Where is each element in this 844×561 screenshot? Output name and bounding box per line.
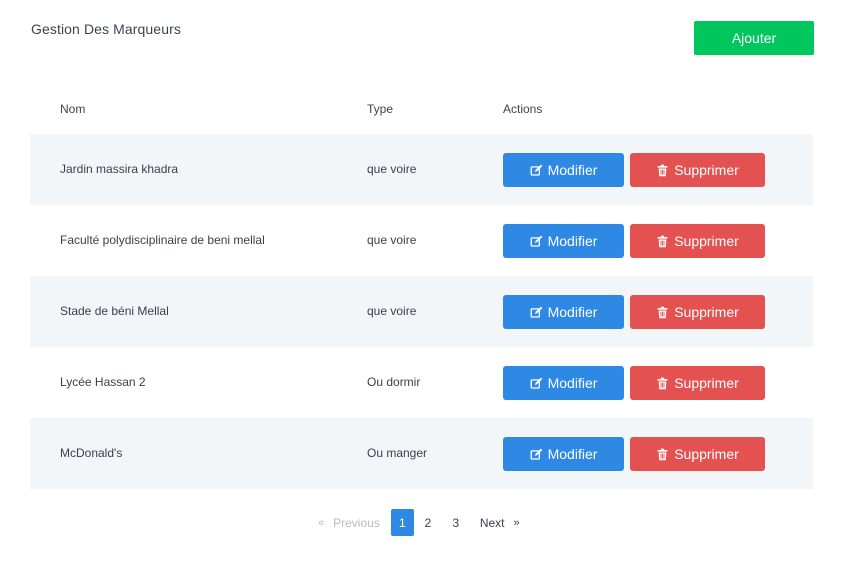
delete-label: Supprimer <box>674 304 739 320</box>
delete-button[interactable]: Supprimer <box>630 366 765 400</box>
cell-nom: Jardin massira khadra <box>60 162 179 176</box>
trash-icon <box>657 448 668 460</box>
edit-icon <box>530 235 542 247</box>
delete-button[interactable]: Supprimer <box>630 437 765 471</box>
column-header-type: Type <box>367 102 394 116</box>
delete-button[interactable]: Supprimer <box>630 224 765 258</box>
trash-icon <box>657 164 668 176</box>
edit-button[interactable]: Modifier <box>503 366 624 400</box>
pagination-page-3[interactable]: 3 <box>442 509 470 536</box>
trash-icon <box>657 377 668 389</box>
edit-button[interactable]: Modifier <box>503 224 624 258</box>
cell-type: Ou manger <box>367 446 428 460</box>
cell-nom: Stade de béni Mellal <box>60 304 169 318</box>
delete-label: Supprimer <box>674 233 739 249</box>
pagination-pages: 123 <box>390 509 470 536</box>
edit-button[interactable]: Modifier <box>503 153 624 187</box>
pagination-previous: Previous <box>333 515 380 530</box>
delete-label: Supprimer <box>674 375 739 391</box>
table-row: Jardin massira khadra que voire Modifier Su… <box>30 134 813 205</box>
cell-type: Ou dormir <box>367 375 421 389</box>
edit-label: Modifier <box>547 446 598 462</box>
trash-icon <box>657 306 668 318</box>
delete-label: Supprimer <box>674 162 739 178</box>
pagination-prev-arrow: « <box>318 516 325 529</box>
table-row: Faculté polydisciplinaire de beni mellal… <box>30 205 813 276</box>
pagination-page-1[interactable]: 1 <box>390 509 414 536</box>
table-row: Stade de béni Mellal que voire Modifier Sup… <box>30 276 813 347</box>
pagination-next-arrow[interactable]: » <box>514 509 520 536</box>
edit-icon <box>530 164 542 176</box>
markers-table: Nom Type Actions Jardin massira khadra qu… <box>30 90 813 489</box>
page-title: Gestion Des Marqueurs <box>31 21 181 37</box>
edit-label: Modifier <box>547 233 598 249</box>
cell-nom: McDonald's <box>60 446 123 460</box>
cell-type: que voire <box>367 162 417 176</box>
delete-label: Supprimer <box>674 446 739 462</box>
delete-button[interactable]: Supprimer <box>630 153 765 187</box>
column-header-nom: Nom <box>60 102 86 116</box>
table-body: Jardin massira khadra que voire Modifier Su… <box>30 134 813 489</box>
edit-icon <box>530 377 542 389</box>
pagination: « Previous 123 Next » <box>318 509 520 536</box>
cell-type: que voire <box>367 304 417 318</box>
add-button[interactable]: Ajouter <box>694 21 814 55</box>
table-row: McDonald's Ou manger Modifier Supprimer <box>30 418 813 489</box>
edit-label: Modifier <box>547 375 598 391</box>
cell-type: que voire <box>367 233 417 247</box>
trash-icon <box>657 235 668 247</box>
pagination-next[interactable]: Next <box>470 509 514 536</box>
edit-icon <box>530 306 542 318</box>
edit-button[interactable]: Modifier <box>503 437 624 471</box>
delete-button[interactable]: Supprimer <box>630 295 765 329</box>
cell-nom: Faculté polydisciplinaire de beni mellal <box>60 233 265 247</box>
column-header-actions: Actions <box>503 102 543 116</box>
pagination-page-2[interactable]: 2 <box>414 509 442 536</box>
edit-button[interactable]: Modifier <box>503 295 624 329</box>
cell-nom: Lycée Hassan 2 <box>60 375 146 389</box>
edit-label: Modifier <box>547 304 598 320</box>
edit-icon <box>530 448 542 460</box>
table-row: Lycée Hassan 2 Ou dormir Modifier Supprimer <box>30 347 813 418</box>
table-header: Nom Type Actions <box>30 90 813 134</box>
edit-label: Modifier <box>547 162 598 178</box>
